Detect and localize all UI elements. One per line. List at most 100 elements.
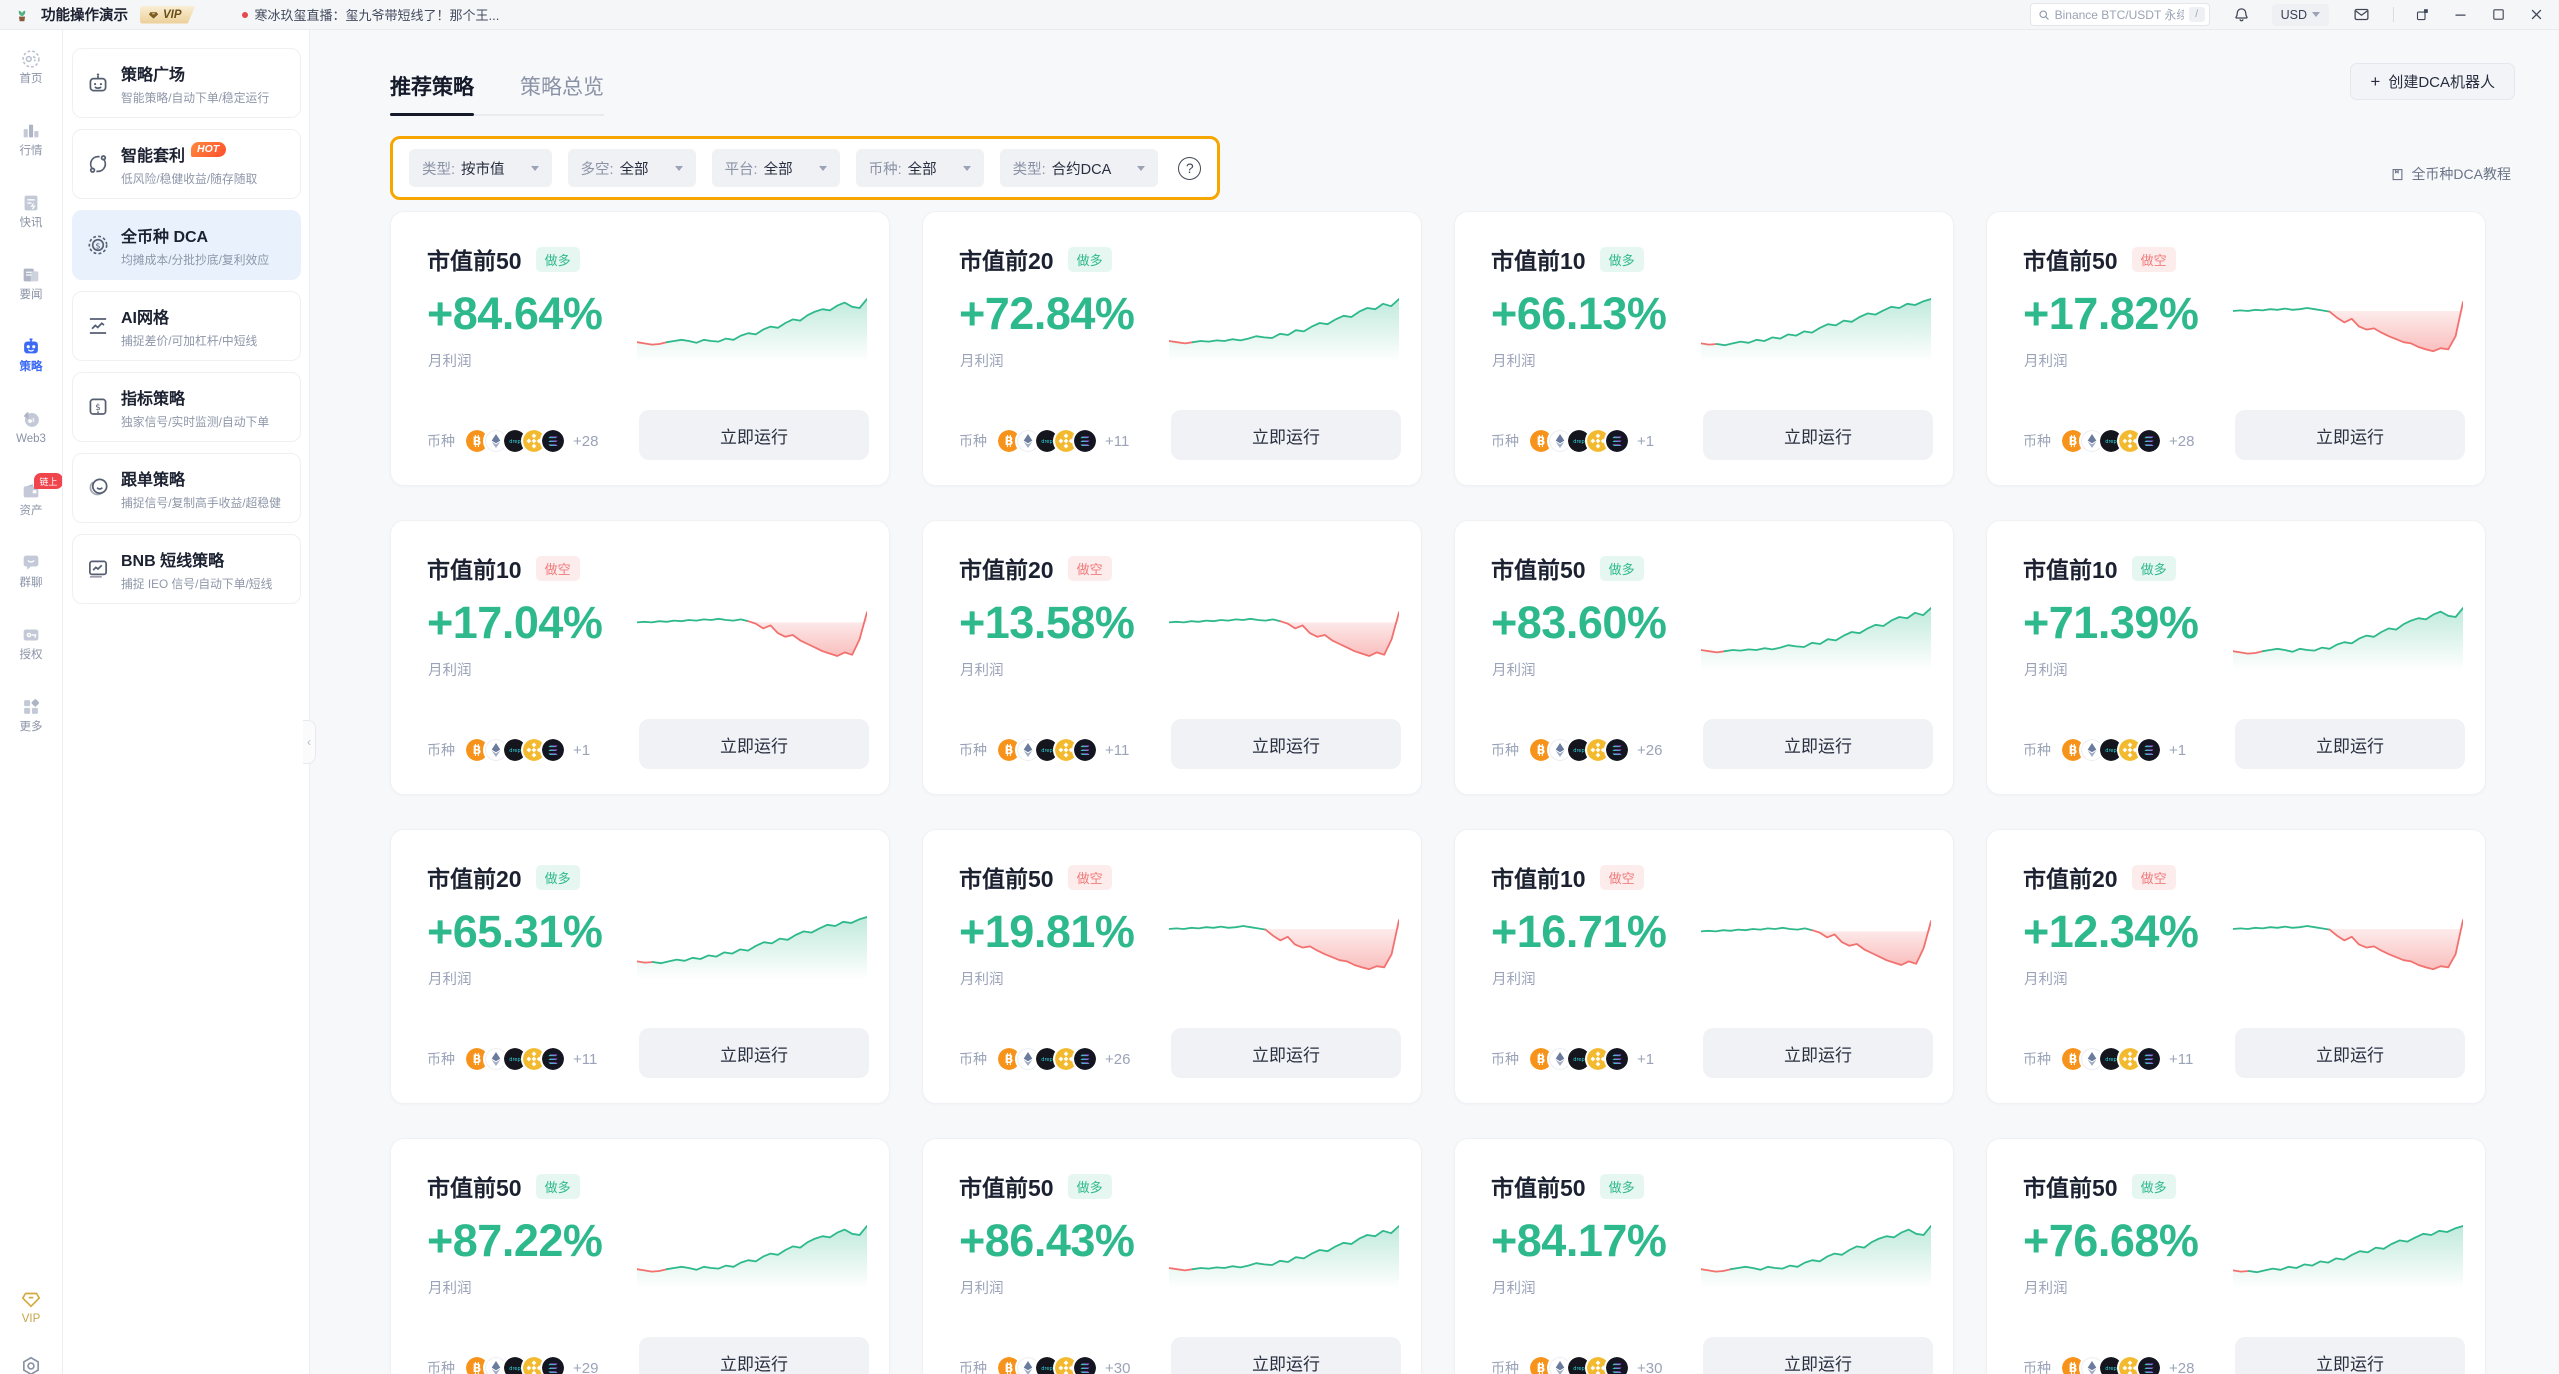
- maximize-icon[interactable]: [2490, 6, 2507, 23]
- arbitrage-loop-icon: [85, 151, 111, 177]
- sidebar-item-全币种 DCA[interactable]: $全币种 DCA均摊成本/分批抄底/复利效应: [72, 210, 301, 280]
- sol-icon: [1604, 737, 1630, 763]
- cards-grid: 市值前50 做多 +84.64% 月利润 币种 Bdrep +28 立即运行 市…: [390, 211, 2515, 1374]
- sol-icon: [1604, 428, 1630, 454]
- coins-label: 币种: [959, 1358, 987, 1374]
- tab-推荐策略[interactable]: 推荐策略: [390, 75, 474, 114]
- run-now-button[interactable]: 立即运行: [2235, 1028, 2465, 1078]
- sidebar-item-跟单策略[interactable]: 跟单策略捕捉信号/复制高手收益/超稳健: [72, 453, 301, 523]
- rail-item-群聊[interactable]: 群聊: [0, 552, 63, 598]
- titlebar: 功能操作演示 VIP 寒冰玖玺直播：玺九爷带短线了！那个王... / USD: [0, 0, 2559, 30]
- search-input[interactable]: [2055, 8, 2184, 22]
- search-box[interactable]: /: [2030, 3, 2210, 26]
- sidebar-item-BNB 短线策略[interactable]: BNB 短线策略捕捉 IEO 信号/自动下单/短线: [72, 534, 301, 604]
- profit-sparkline: [1169, 1223, 1399, 1289]
- live-ticker[interactable]: 寒冰玖玺直播：玺九爷带短线了！那个王...: [242, 5, 500, 24]
- extra-coins-count: +26: [1105, 1051, 1130, 1068]
- coins-row: 币种 Bdrep +11: [427, 1046, 597, 1072]
- strategy-card: 市值前10 做多 +66.13% 月利润 币种 Bdrep +1 立即运行: [1454, 211, 1954, 486]
- mini-window-icon[interactable]: [2414, 6, 2431, 23]
- help-icon[interactable]: ?: [1178, 157, 1201, 180]
- run-now-button[interactable]: 立即运行: [639, 410, 869, 460]
- coins-row: 币种 Bdrep +1: [1491, 428, 1654, 454]
- rail-item-Web3[interactable]: Web3: [0, 408, 63, 454]
- profit-sparkline: [1701, 296, 1931, 362]
- run-now-button[interactable]: 立即运行: [1703, 410, 1933, 460]
- rail-item-策略[interactable]: 策略: [0, 336, 63, 382]
- sidebar-item-智能套利[interactable]: 智能套利HOT低风险/稳健收益/随存随取: [72, 129, 301, 199]
- filter-label: 多空:: [581, 158, 614, 179]
- create-dca-bot-button[interactable]: + 创建DCA机器人: [2350, 63, 2515, 100]
- run-now-button[interactable]: 立即运行: [2235, 719, 2465, 769]
- coin-icons: Bdrep: [996, 1355, 1098, 1374]
- sidebar-item-策略广场[interactable]: 策略广场智能策略/自动下单/稳定运行: [72, 48, 301, 118]
- coin-icons: Bdrep: [996, 428, 1098, 454]
- svg-text:drep: drep: [2105, 439, 2116, 445]
- monthly-profit-value: +19.81%: [959, 906, 1134, 958]
- strategy-card: 市值前20 做多 +65.31% 月利润 币种 Bdrep +11 立即运行: [390, 829, 890, 1104]
- run-now-button[interactable]: 立即运行: [1171, 1337, 1401, 1374]
- filter-dropdown-2[interactable]: 平台:全部: [712, 149, 840, 187]
- coins-row: 币种 Bdrep +1: [1491, 1046, 1654, 1072]
- svg-text:B: B: [473, 434, 482, 448]
- filter-dropdown-4[interactable]: 类型:合约DCA: [1000, 149, 1159, 187]
- profit-sparkline: [637, 914, 867, 980]
- tabs: 推荐策略 策略总览: [390, 75, 604, 116]
- filter-dropdown-0[interactable]: 类型:按市值: [409, 149, 552, 187]
- sol-icon: [2136, 1355, 2162, 1374]
- sidebar-item-指标策略[interactable]: $指标策略独家信号/实时监测/自动下单: [72, 372, 301, 442]
- rail-item-授权[interactable]: 授权: [0, 624, 63, 670]
- run-now-button[interactable]: 立即运行: [2235, 1337, 2465, 1374]
- svg-text:B: B: [2069, 1052, 2078, 1066]
- run-now-button[interactable]: 立即运行: [2235, 410, 2465, 460]
- extra-coins-count: +30: [1637, 1360, 1662, 1374]
- mail-icon[interactable]: [2351, 5, 2371, 25]
- run-now-button[interactable]: 立即运行: [1171, 1028, 1401, 1078]
- home-icon: [20, 48, 42, 70]
- sol-icon: [2136, 428, 2162, 454]
- filter-value: 按市值: [461, 158, 505, 179]
- tab-策略总览[interactable]: 策略总览: [520, 75, 604, 114]
- rail-item-要闻[interactable]: 要闻: [0, 264, 63, 310]
- sidebar-item-AI网格[interactable]: AI网格捕捉差价/可加杠杆/中短线: [72, 291, 301, 361]
- rail-item-label: 行情: [20, 146, 43, 158]
- monthly-profit-label: 月利润: [960, 659, 1004, 680]
- direction-badge: 做多: [2132, 556, 2176, 581]
- strategy-card: 市值前50 做多 +84.17% 月利润 币种 Bdrep +30 立即运行: [1454, 1138, 1954, 1374]
- rail-item-首页[interactable]: 首页: [0, 48, 63, 94]
- rail-item-vip[interactable]: VIP: [20, 1288, 42, 1325]
- dca-tutorial-link[interactable]: 全币种DCA教程: [2390, 164, 2511, 184]
- run-now-button[interactable]: 立即运行: [1171, 719, 1401, 769]
- coins-row: 币种 Bdrep +28: [427, 428, 598, 454]
- direction-badge: 做空: [1600, 865, 1644, 890]
- profit-sparkline: [1701, 914, 1931, 980]
- sidebar-collapse-handle[interactable]: ‹: [303, 720, 316, 764]
- sol-icon: [540, 1355, 566, 1374]
- coins-label: 币种: [959, 1049, 987, 1069]
- rail-item-资产[interactable]: 链上资产: [0, 480, 63, 526]
- rail-item-行情[interactable]: 行情: [0, 120, 63, 166]
- run-now-button[interactable]: 立即运行: [639, 1337, 869, 1374]
- rail-item-更多[interactable]: 更多: [0, 696, 63, 742]
- card-title: 市值前50: [427, 242, 522, 276]
- direction-badge: 做多: [1600, 556, 1644, 581]
- run-now-button[interactable]: 立即运行: [1703, 719, 1933, 769]
- currency-select[interactable]: USD: [2272, 4, 2329, 26]
- svg-text:drep: drep: [1041, 1057, 1052, 1063]
- strategy-card: 市值前50 做多 +76.68% 月利润 币种 Bdrep +28 立即运行: [1986, 1138, 2486, 1374]
- run-now-button[interactable]: 立即运行: [1703, 1028, 1933, 1078]
- run-now-button[interactable]: 立即运行: [1171, 410, 1401, 460]
- run-now-button[interactable]: 立即运行: [639, 1028, 869, 1078]
- filter-dropdown-1[interactable]: 多空:全部: [568, 149, 696, 187]
- filter-dropdown-3[interactable]: 币种:全部: [856, 149, 984, 187]
- close-icon[interactable]: [2528, 6, 2545, 23]
- run-now-button[interactable]: 立即运行: [1703, 1337, 1933, 1374]
- rail-item-label: 首页: [20, 74, 43, 86]
- bell-icon[interactable]: [2232, 5, 2252, 25]
- sol-icon: [1604, 1355, 1630, 1374]
- run-now-button[interactable]: 立即运行: [639, 719, 869, 769]
- monthly-profit-value: +65.31%: [427, 906, 602, 958]
- rail-item-快讯[interactable]: 快讯: [0, 192, 63, 238]
- minimize-icon[interactable]: [2452, 6, 2469, 23]
- settings-gear-icon[interactable]: [20, 1355, 42, 1374]
